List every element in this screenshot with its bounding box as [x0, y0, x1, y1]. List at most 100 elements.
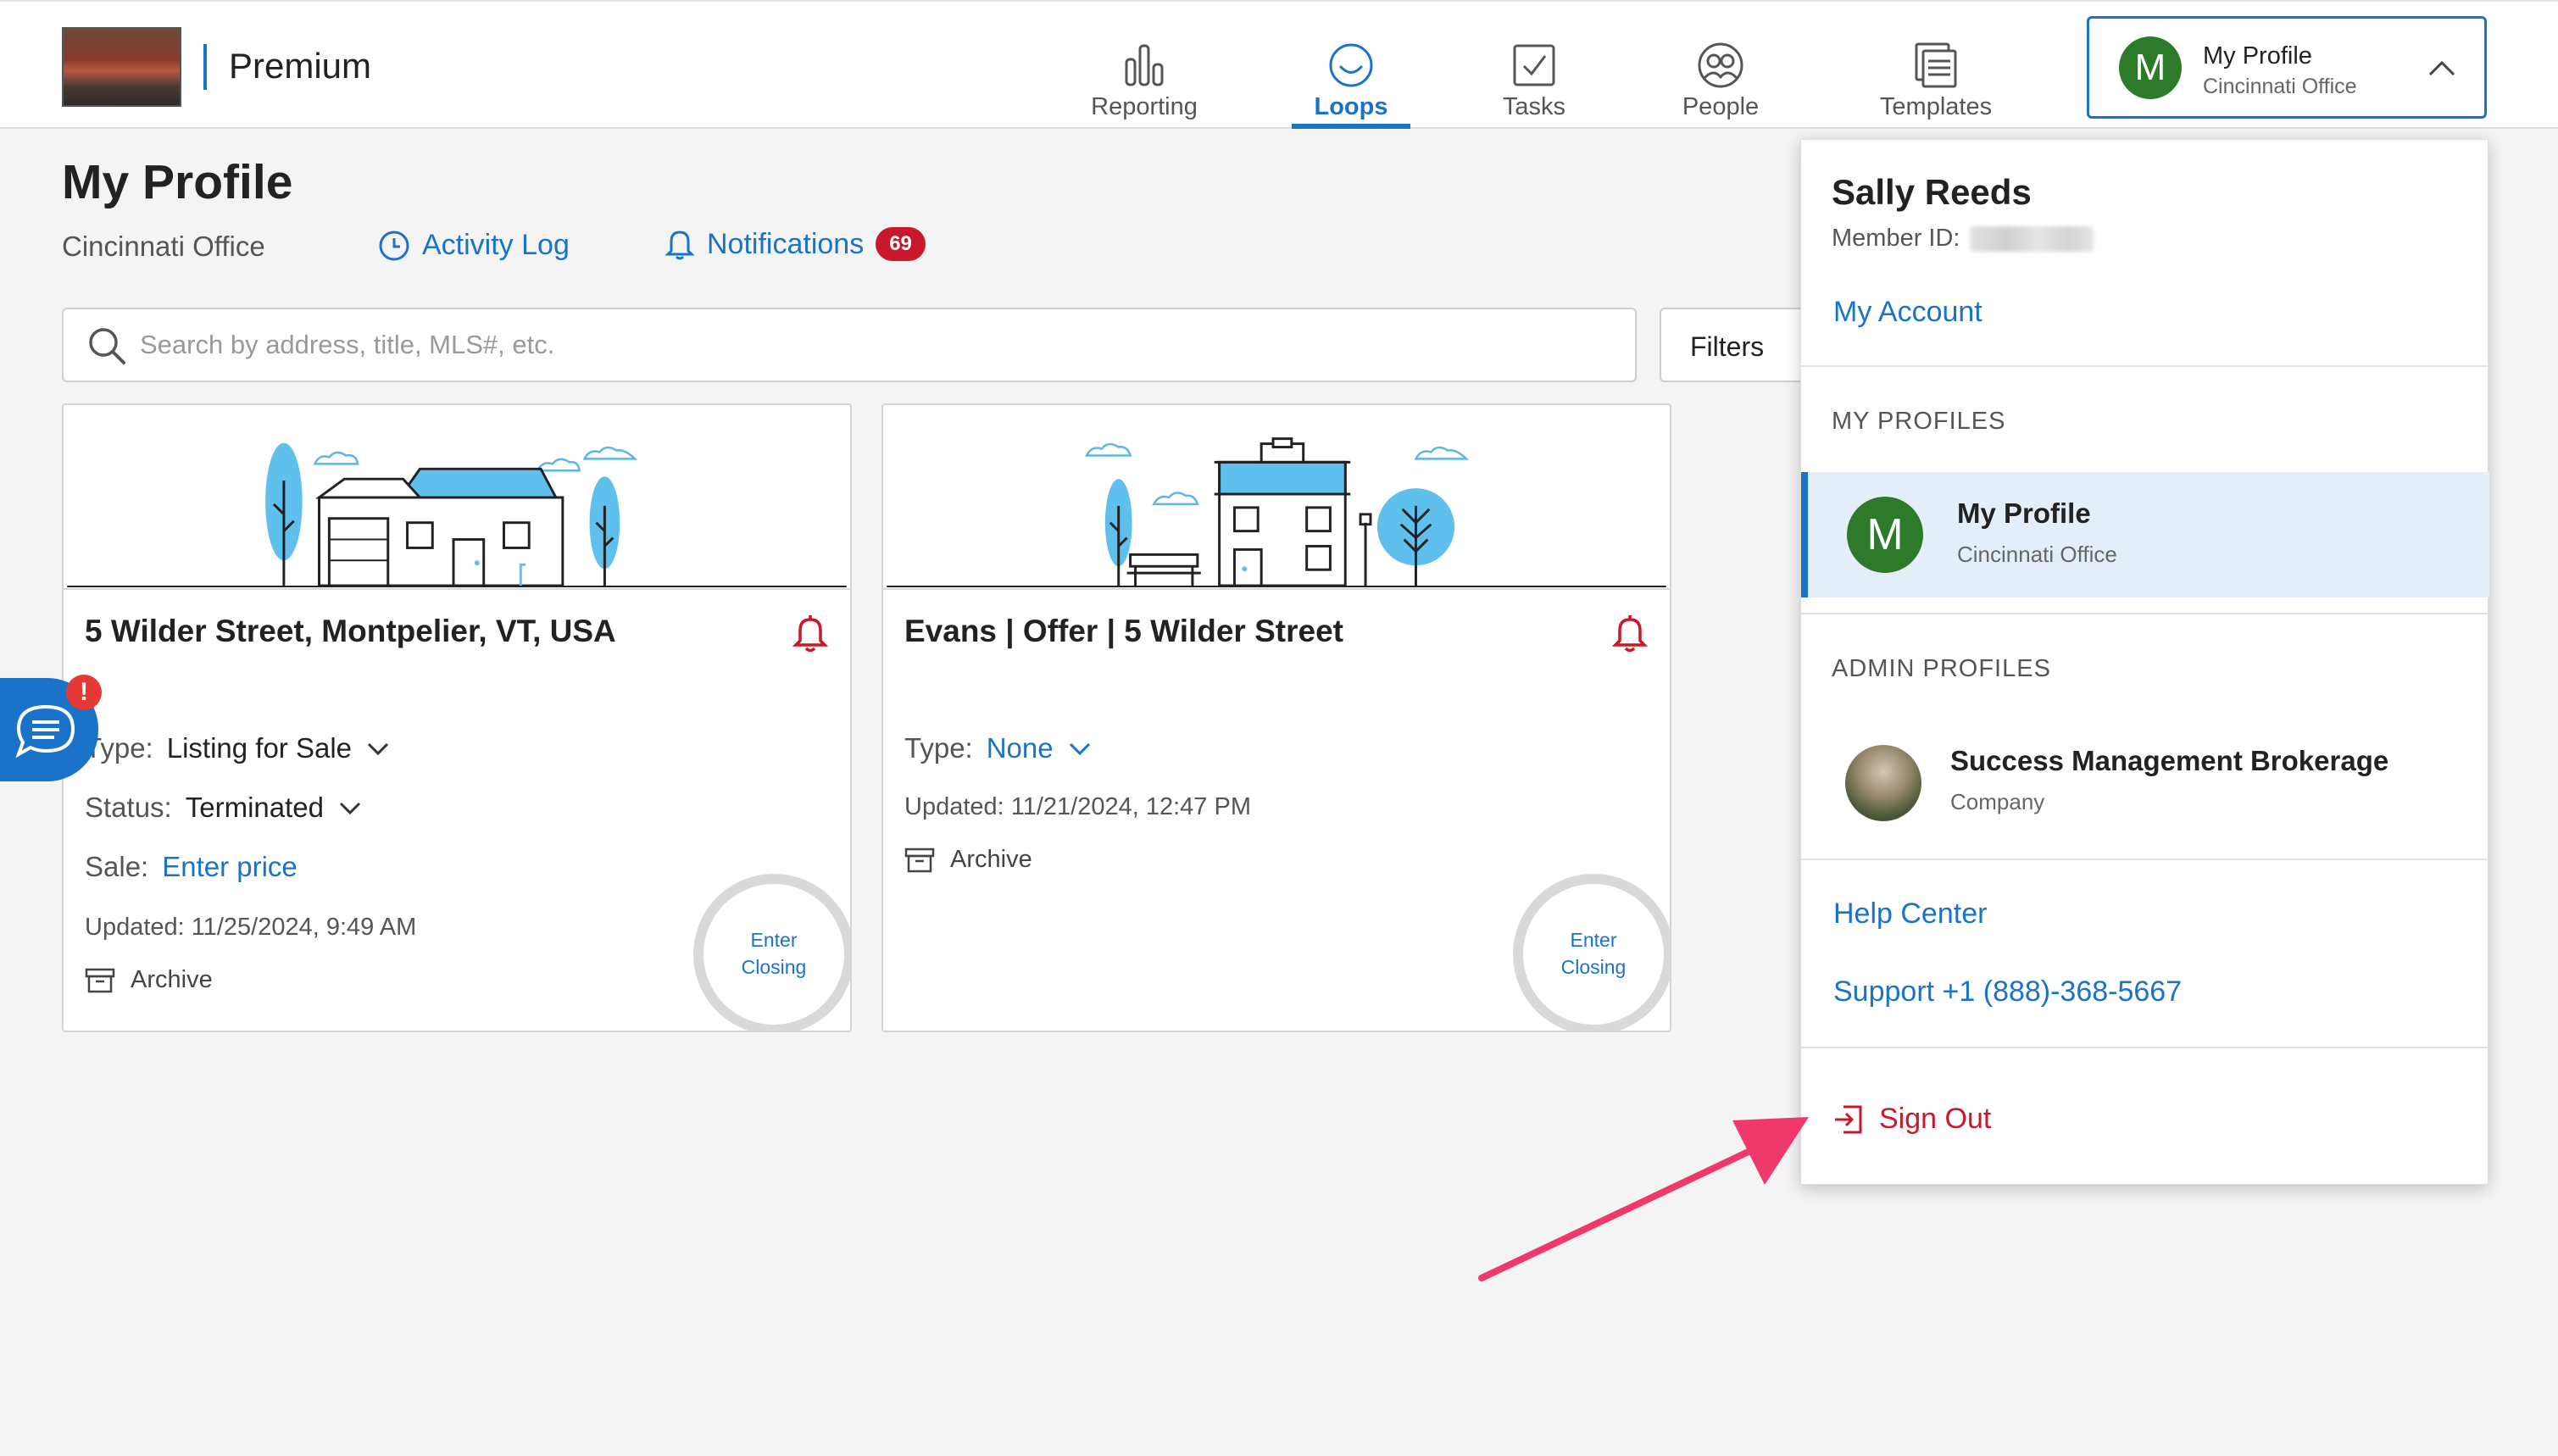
- page-subtitle: Cincinnati Office: [62, 231, 265, 262]
- profile-switcher-button[interactable]: M My Profile Cincinnati Office: [2087, 16, 2487, 119]
- archive-label: Archive: [950, 846, 1032, 873]
- search-input[interactable]: [140, 320, 1581, 370]
- archive-icon: [904, 847, 935, 872]
- archive-label: Archive: [131, 966, 213, 993]
- nav-active-underline: [1292, 124, 1410, 129]
- chevron-down-icon[interactable]: [337, 795, 363, 820]
- my-profiles-heading: MY PROFILES: [1832, 408, 2006, 435]
- archive-button[interactable]: Archive: [904, 846, 1032, 874]
- filters-button[interactable]: Filters: [1660, 308, 1812, 382]
- profile-option-sub: Cincinnati Office: [1957, 542, 2117, 567]
- member-id-redacted: [1970, 225, 2094, 252]
- card-title[interactable]: 5 Wilder Street, Montpelier, VT, USA: [85, 614, 616, 649]
- enter-closing-button[interactable]: Enter Closing: [693, 874, 850, 1031]
- house-illustration: [64, 442, 850, 590]
- type-dropdown[interactable]: Listing for Sale: [167, 732, 352, 764]
- bell-icon[interactable]: [792, 614, 828, 654]
- enter-closing-button[interactable]: Enter Closing: [1513, 874, 1670, 1031]
- archive-icon: [85, 968, 115, 992]
- chat-icon: [15, 704, 75, 759]
- templates-icon: [1915, 42, 1957, 88]
- profile-dropdown-menu: Sally Reeds Member ID: My Account MY PRO…: [1800, 139, 2489, 1185]
- enter-closing-line1: Enter: [1570, 929, 1617, 951]
- people-icon: [1698, 42, 1743, 88]
- sign-out-button[interactable]: Sign Out: [1832, 1103, 1991, 1136]
- profile-option-sub: Company: [1950, 789, 2045, 814]
- chat-alert-badge: !: [66, 675, 102, 710]
- divider: [1801, 613, 2489, 614]
- avatar: M: [2119, 36, 2182, 99]
- brand-name: Premium: [229, 46, 372, 86]
- profile-name: My Profile: [2203, 42, 2312, 69]
- profile-option-name: Success Management Brokerage: [1950, 745, 2389, 776]
- avatar: M: [1847, 497, 1923, 573]
- my-account-link[interactable]: My Account: [1833, 296, 1982, 329]
- card-title[interactable]: Evans | Offer | 5 Wilder Street: [904, 614, 1343, 649]
- updated-timestamp: Updated: 11/21/2024, 12:47 PM: [904, 793, 1251, 820]
- chevron-down-icon[interactable]: [1067, 736, 1093, 761]
- checkbox-icon: [1513, 44, 1555, 86]
- chevron-down-icon[interactable]: [365, 736, 391, 761]
- divider: [1801, 365, 2489, 367]
- sale-row: Sale: Enter price: [85, 851, 298, 883]
- member-id-label: Member ID:: [1832, 225, 1960, 252]
- updated-timestamp: Updated: 11/25/2024, 9:49 AM: [85, 914, 417, 941]
- nav-tasks[interactable]: Tasks: [1441, 41, 1627, 121]
- brand-logo-image[interactable]: [62, 27, 181, 107]
- building-illustration: [883, 437, 1670, 590]
- activity-log-label: Activity Log: [422, 229, 570, 261]
- type-row: Type: None: [904, 732, 1093, 764]
- profile-option-company[interactable]: Success Management Brokerage Company: [1801, 720, 2489, 845]
- help-center-link[interactable]: Help Center: [1833, 897, 1987, 931]
- top-header: Premium Reporting Loops Tasks People Tem…: [0, 0, 2558, 129]
- company-avatar: [1845, 745, 1921, 821]
- loop-card[interactable]: Evans | Offer | 5 Wilder Street Type: No…: [881, 403, 1671, 1032]
- nav-people[interactable]: People: [1627, 41, 1814, 121]
- divider: [1801, 859, 2489, 860]
- bell-icon: [665, 231, 695, 260]
- type-row: Type: Listing for Sale: [85, 732, 391, 764]
- member-id: Member ID:: [1832, 225, 2094, 253]
- admin-profiles-heading: ADMIN PROFILES: [1832, 655, 2051, 682]
- nav-loops-label: Loops: [1314, 93, 1388, 120]
- logo-divider: [203, 44, 207, 90]
- enter-price-link[interactable]: Enter price: [162, 851, 298, 883]
- loop-card[interactable]: 5 Wilder Street, Montpelier, VT, USA Typ…: [62, 403, 852, 1032]
- profile-option-name: My Profile: [1957, 497, 2091, 529]
- enter-closing-line2: Closing: [741, 956, 807, 978]
- clock-icon: [379, 231, 409, 260]
- divider: [1801, 1047, 2489, 1048]
- nav-loops[interactable]: Loops: [1258, 41, 1444, 121]
- sign-out-label: Sign Out: [1879, 1103, 1992, 1135]
- user-name: Sally Reeds: [1832, 172, 2032, 212]
- archive-button[interactable]: Archive: [85, 966, 213, 994]
- support-phone-link[interactable]: Support +1 (888)-368-5667: [1833, 975, 2182, 1009]
- status-dropdown[interactable]: Terminated: [186, 792, 324, 824]
- loops-icon: [1329, 43, 1373, 87]
- profile-office: Cincinnati Office: [2203, 75, 2357, 98]
- activity-log-link[interactable]: Activity Log: [378, 229, 570, 262]
- enter-closing-line1: Enter: [750, 929, 798, 951]
- nav-templates-label: Templates: [1879, 93, 1993, 120]
- notifications-count-badge: 69: [876, 227, 926, 261]
- type-dropdown[interactable]: None: [987, 732, 1054, 764]
- enter-closing-line2: Closing: [1560, 956, 1627, 978]
- search-icon: [89, 328, 125, 364]
- sale-label: Sale:: [85, 851, 149, 882]
- bar-chart-icon: [1125, 44, 1164, 86]
- nav-people-label: People: [1682, 93, 1760, 120]
- status-label: Status:: [85, 792, 172, 823]
- search-bar: [62, 308, 1637, 382]
- nav-templates[interactable]: Templates: [1843, 41, 2029, 121]
- notifications-link[interactable]: Notifications 69: [665, 227, 926, 261]
- nav-tasks-label: Tasks: [1502, 93, 1566, 120]
- page-title: My Profile: [62, 155, 293, 209]
- status-row: Status: Terminated: [85, 792, 363, 824]
- type-label: Type:: [904, 732, 973, 764]
- profile-option-my-profile[interactable]: M My Profile Cincinnati Office: [1801, 472, 2489, 597]
- nav-reporting-label: Reporting: [1091, 93, 1198, 120]
- nav-reporting[interactable]: Reporting: [1051, 41, 1237, 121]
- sign-out-icon: [1835, 1105, 1862, 1133]
- bell-icon[interactable]: [1612, 614, 1648, 654]
- chevron-up-icon: [2428, 60, 2455, 76]
